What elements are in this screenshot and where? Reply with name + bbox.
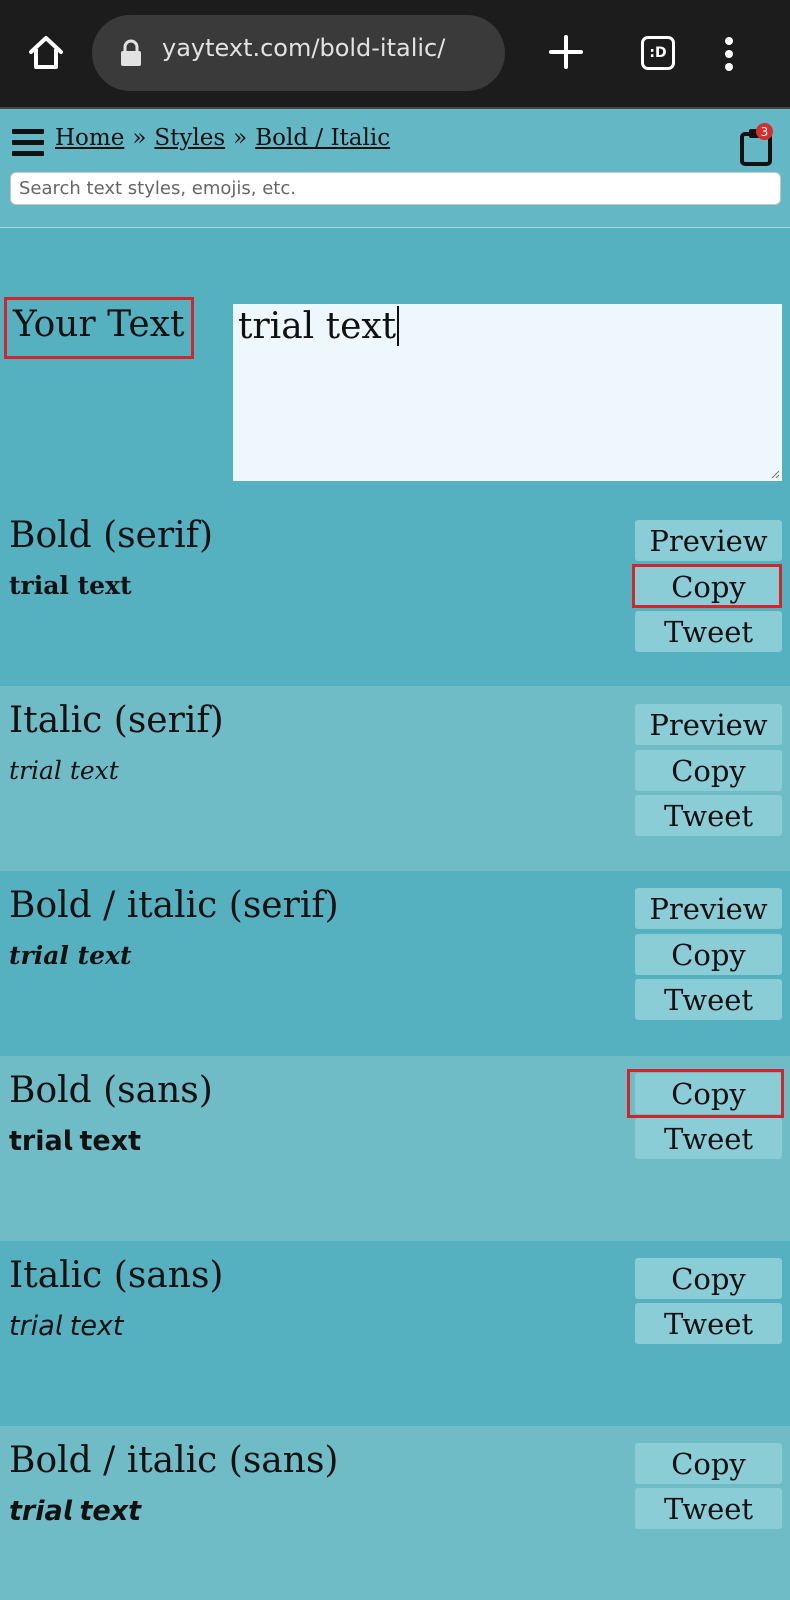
your-text-label: Your Text <box>4 297 194 359</box>
style-sample: 𝘁𝗿𝗶𝗮𝗹 𝘁𝗲𝘅𝘁 <box>9 1126 141 1156</box>
new-tab-icon[interactable] <box>546 32 586 72</box>
copy-button[interactable]: Copy <box>635 566 782 607</box>
hamburger-menu-icon[interactable] <box>12 129 44 157</box>
copy-button[interactable]: Copy <box>635 1258 782 1299</box>
breadcrumb-styles-link[interactable]: Styles <box>154 125 225 151</box>
tweet-button[interactable]: Tweet <box>635 795 782 836</box>
style-section-bold-italic-sans: Bold / italic (sans) 𝙩𝙧𝙞𝙖𝙡 𝙩𝙚𝙭𝙩 Copy Twe… <box>0 1426 790 1600</box>
tab-switcher-label: :D <box>649 45 667 61</box>
browser-toolbar: yaytext.com/bold-italic/ :D <box>0 0 790 109</box>
copy-button[interactable]: Copy <box>635 934 782 975</box>
style-sample: 𝙩𝙧𝙞𝙖𝙡 𝙩𝙚𝙭𝙩 <box>9 1496 141 1526</box>
resize-grip-icon[interactable] <box>771 470 779 478</box>
site-header: Home » Styles » Bold / Italic 3 <box>0 109 790 228</box>
copy-button[interactable]: Copy <box>635 750 782 791</box>
preview-button[interactable]: Preview <box>635 520 782 561</box>
tweet-button[interactable]: Tweet <box>635 1488 782 1529</box>
style-title: Bold (sans) <box>9 1070 213 1111</box>
tweet-button[interactable]: Tweet <box>635 979 782 1020</box>
style-sample: 𝐭𝐫𝐢𝐚𝐥 𝐭𝐞𝐱𝐭 <box>9 571 132 600</box>
breadcrumb-current-link[interactable]: Bold / Italic <box>255 125 390 151</box>
style-title: Italic (sans) <box>9 1255 224 1296</box>
clipboard-count-badge: 3 <box>756 123 773 140</box>
breadcrumb-separator: » <box>132 125 147 151</box>
text-caret <box>397 306 400 346</box>
search-input[interactable] <box>10 172 781 205</box>
tweet-button[interactable]: Tweet <box>635 1118 782 1159</box>
your-text-value: trial text <box>238 306 397 347</box>
preview-button[interactable]: Preview <box>635 704 782 745</box>
more-vert-icon[interactable] <box>722 34 736 74</box>
tweet-button[interactable]: Tweet <box>635 1303 782 1344</box>
breadcrumb: Home » Styles » Bold / Italic <box>55 125 390 151</box>
style-section-italic-sans: Italic (sans) 𝘵𝘳𝘪𝘢𝘭 𝘵𝘦𝘹𝘵 Copy Tweet <box>0 1241 790 1426</box>
address-bar[interactable]: yaytext.com/bold-italic/ <box>92 15 505 91</box>
style-title: Bold / italic (serif) <box>9 885 339 926</box>
url-text: yaytext.com/bold-italic/ <box>162 34 446 62</box>
copy-button[interactable]: Copy <box>635 1073 782 1114</box>
style-sample: 𝘵𝘳𝘪𝘢𝘭 𝘵𝘦𝘹𝘵 <box>9 1311 124 1341</box>
style-sample: 𝑡𝑟𝑖𝑎𝑙 𝑡𝑒𝑥𝑡 <box>9 756 119 785</box>
style-title: Bold (serif) <box>9 515 214 556</box>
style-section-italic-serif: Italic (serif) 𝑡𝑟𝑖𝑎𝑙 𝑡𝑒𝑥𝑡 Preview Copy T… <box>0 686 790 871</box>
copy-button[interactable]: Copy <box>635 1443 782 1484</box>
style-section-bold-sans: Bold (sans) 𝘁𝗿𝗶𝗮𝗹 𝘁𝗲𝘅𝘁 Copy Tweet <box>0 1056 790 1241</box>
your-text-input[interactable]: trial text <box>233 304 782 481</box>
tweet-button[interactable]: Tweet <box>635 611 782 652</box>
tab-switcher-button[interactable]: :D <box>641 36 675 70</box>
breadcrumb-separator: » <box>233 125 248 151</box>
lock-icon <box>121 39 141 66</box>
style-title: Italic (serif) <box>9 700 224 741</box>
preview-button[interactable]: Preview <box>635 888 782 929</box>
style-section-bold-italic-serif: Bold / italic (serif) 𝒕𝒓𝒊𝒂𝒍 𝒕𝒆𝒙𝒕 Preview… <box>0 871 790 1056</box>
breadcrumb-home-link[interactable]: Home <box>55 125 124 151</box>
home-icon[interactable] <box>22 28 70 78</box>
style-sample: 𝒕𝒓𝒊𝒂𝒍 𝒕𝒆𝒙𝒕 <box>9 941 132 970</box>
style-title: Bold / italic (sans) <box>9 1440 339 1481</box>
style-section-bold-serif: Bold (serif) 𝐭𝐫𝐢𝐚𝐥 𝐭𝐞𝐱𝐭 Preview Copy Twe… <box>0 501 790 686</box>
